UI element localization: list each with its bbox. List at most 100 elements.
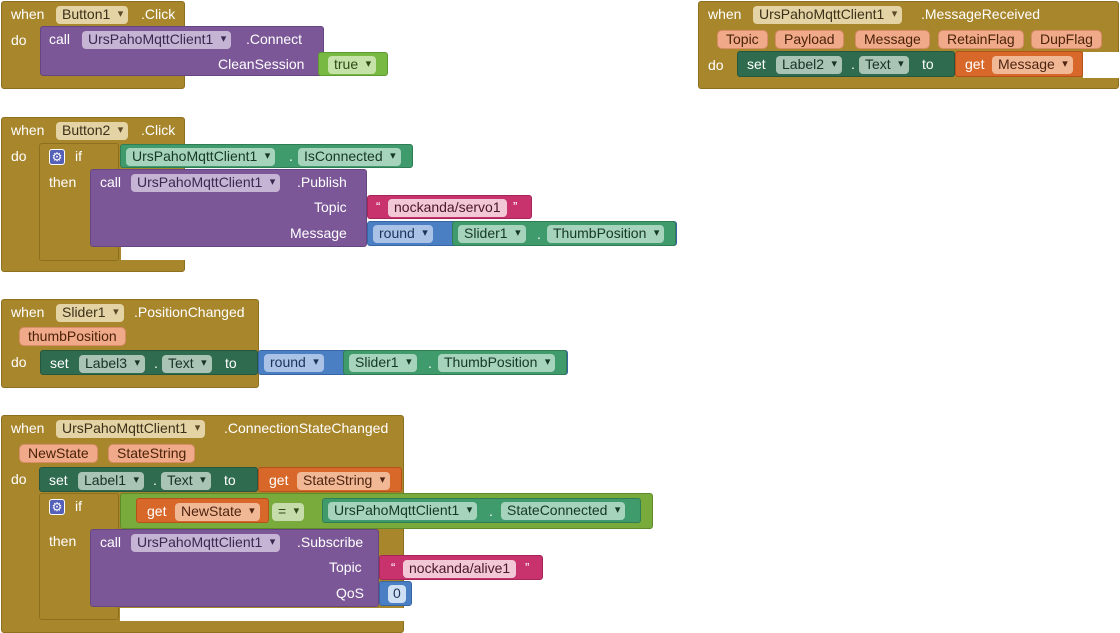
param-retainflag[interactable]: RetainFlag <box>938 30 1024 49</box>
set-label2-text-block[interactable]: set Label2 . Text to <box>737 51 955 77</box>
set-component-dropdown[interactable]: Label1 <box>78 472 145 490</box>
set-property-dropdown[interactable]: Text <box>859 56 909 74</box>
dot: . <box>289 148 293 164</box>
when-keyword: when <box>11 420 45 436</box>
do-keyword: do <box>11 32 27 48</box>
component-dropdown-mqtt[interactable]: UrsPahoMqttClient1 <box>753 6 903 24</box>
param-thumbposition[interactable]: thumbPosition <box>19 327 126 346</box>
set-keyword: set <box>747 56 766 72</box>
get-newstate-block[interactable]: get NewState <box>136 498 269 523</box>
open-quote: “ <box>376 199 381 214</box>
when-keyword: when <box>11 122 45 138</box>
get-variable-dropdown[interactable]: Message <box>992 56 1073 74</box>
get-variable-dropdown[interactable]: StateString <box>297 472 391 490</box>
component-dropdown[interactable]: UrsPahoMqttClient1 <box>126 148 276 166</box>
dot: . <box>154 355 158 371</box>
component-dropdown-mqtt[interactable]: UrsPahoMqttClient1 <box>56 420 206 438</box>
param-message[interactable]: Message <box>855 30 930 49</box>
component-dropdown-mqtt[interactable]: UrsPahoMqttClient1 <box>82 31 232 49</box>
when-keyword: when <box>11 6 45 22</box>
text-value[interactable]: nockanda/alive1 <box>403 560 517 578</box>
if-keyword: if <box>75 498 82 514</box>
slider-dropdown[interactable]: Slider1 <box>349 354 417 372</box>
param-newstate[interactable]: NewState <box>19 444 98 463</box>
property-dropdown[interactable]: StateConnected <box>501 502 626 520</box>
to-keyword: to <box>922 56 934 72</box>
math-op-dropdown[interactable]: round <box>264 354 324 372</box>
statement-slot-end <box>1083 52 1120 78</box>
set-component-dropdown[interactable]: Label3 <box>79 355 146 373</box>
call-keyword: call <box>100 534 122 550</box>
property-dropdown[interactable]: ThumbPosition <box>438 354 556 372</box>
slider-dropdown[interactable]: Slider1 <box>458 225 526 243</box>
do-keyword: do <box>11 354 27 370</box>
param-dupflag[interactable]: DupFlag <box>1031 30 1102 49</box>
component-dropdown[interactable]: UrsPahoMqttClient1 <box>328 502 478 520</box>
component-dropdown-slider1[interactable]: Slider1 <box>56 304 124 322</box>
event-name: .ConnectionStateChanged <box>224 420 389 436</box>
set-label3-text-block[interactable]: set Label3 . Text to <box>40 350 258 375</box>
set-keyword: set <box>50 355 69 371</box>
gear-icon[interactable]: ⚙ <box>49 499 65 515</box>
then-keyword: then <box>49 174 77 190</box>
dot: . <box>489 503 493 519</box>
thumbposition-getter[interactable]: Slider1 . ThumbPosition <box>343 350 567 375</box>
get-message-block[interactable]: get Message <box>955 51 1083 77</box>
call-keyword: call <box>100 174 122 190</box>
call-connect-block[interactable]: call UrsPahoMqttClient1 .Connect CleanSe… <box>40 26 324 76</box>
call-subscribe-block[interactable]: call UrsPahoMqttClient1 .Subscribe Topic… <box>90 529 379 607</box>
statement-slot-end <box>120 608 405 621</box>
get-variable-dropdown[interactable]: NewState <box>175 503 260 521</box>
component-dropdown-mqtt[interactable]: UrsPahoMqttClient1 <box>131 174 281 192</box>
gear-icon[interactable]: ⚙ <box>49 149 65 165</box>
text-value[interactable]: nockanda/servo1 <box>388 199 507 217</box>
compare-op-dropdown[interactable]: = <box>272 503 305 521</box>
set-component-dropdown[interactable]: Label2 <box>776 56 843 74</box>
method-name: .Connect <box>246 31 303 47</box>
method-name: .Publish <box>297 174 347 190</box>
set-label1-text-block[interactable]: set Label1 . Text to <box>39 467 258 492</box>
text-string-block[interactable]: “ nockanda/servo1 ” <box>367 195 532 219</box>
boolean-dropdown[interactable]: true <box>328 56 377 74</box>
when-keyword: when <box>11 304 45 320</box>
to-keyword: to <box>224 472 236 488</box>
property-dropdown[interactable]: ThumbPosition <box>547 225 665 243</box>
set-keyword: set <box>49 472 68 488</box>
get-keyword: get <box>147 503 167 519</box>
set-property-dropdown[interactable]: Text <box>162 355 212 373</box>
event-name: .PositionChanged <box>134 304 245 320</box>
boolean-true-block[interactable]: true <box>318 52 388 76</box>
do-keyword: do <box>11 471 27 487</box>
dot: . <box>537 226 541 242</box>
statement-slot-end <box>121 246 186 260</box>
component-dropdown-button1[interactable]: Button1 <box>56 6 129 24</box>
event-name: .MessageReceived <box>921 6 1041 22</box>
event-name: .Click <box>141 122 176 138</box>
do-keyword: do <box>11 148 27 164</box>
thumbposition-getter[interactable]: Slider1 . ThumbPosition <box>452 221 676 246</box>
do-keyword: do <box>708 57 724 73</box>
stateconnected-getter[interactable]: UrsPahoMqttClient1 . StateConnected <box>322 498 641 523</box>
component-dropdown-mqtt[interactable]: UrsPahoMqttClient1 <box>131 534 281 552</box>
property-dropdown[interactable]: IsConnected <box>298 148 401 166</box>
number-value[interactable]: 0 <box>388 585 406 603</box>
if-keyword: if <box>75 148 82 164</box>
set-property-dropdown[interactable]: Text <box>161 472 211 490</box>
param-statestring[interactable]: StateString <box>108 444 196 463</box>
call-publish-block[interactable]: call UrsPahoMqttClient1 .Publish Topic M… <box>90 169 367 247</box>
param-payload[interactable]: Payload <box>775 30 844 49</box>
component-dropdown-button2[interactable]: Button2 <box>56 122 129 140</box>
close-quote: ” <box>525 560 530 575</box>
number-block[interactable]: 0 <box>379 581 412 606</box>
open-quote: “ <box>391 560 396 575</box>
method-name: .Subscribe <box>297 534 364 550</box>
math-op-dropdown[interactable]: round <box>373 225 433 243</box>
isconnected-getter[interactable]: UrsPahoMqttClient1 . IsConnected <box>120 144 413 168</box>
arg-label-message: Message <box>290 225 347 241</box>
then-keyword: then <box>49 533 77 549</box>
get-keyword: get <box>269 472 289 488</box>
get-statestring-block[interactable]: get StateString <box>258 467 402 492</box>
param-topic[interactable]: Topic <box>717 30 768 49</box>
call-keyword: call <box>49 31 71 47</box>
text-string-block[interactable]: “ nockanda/alive1 ” <box>379 555 543 580</box>
